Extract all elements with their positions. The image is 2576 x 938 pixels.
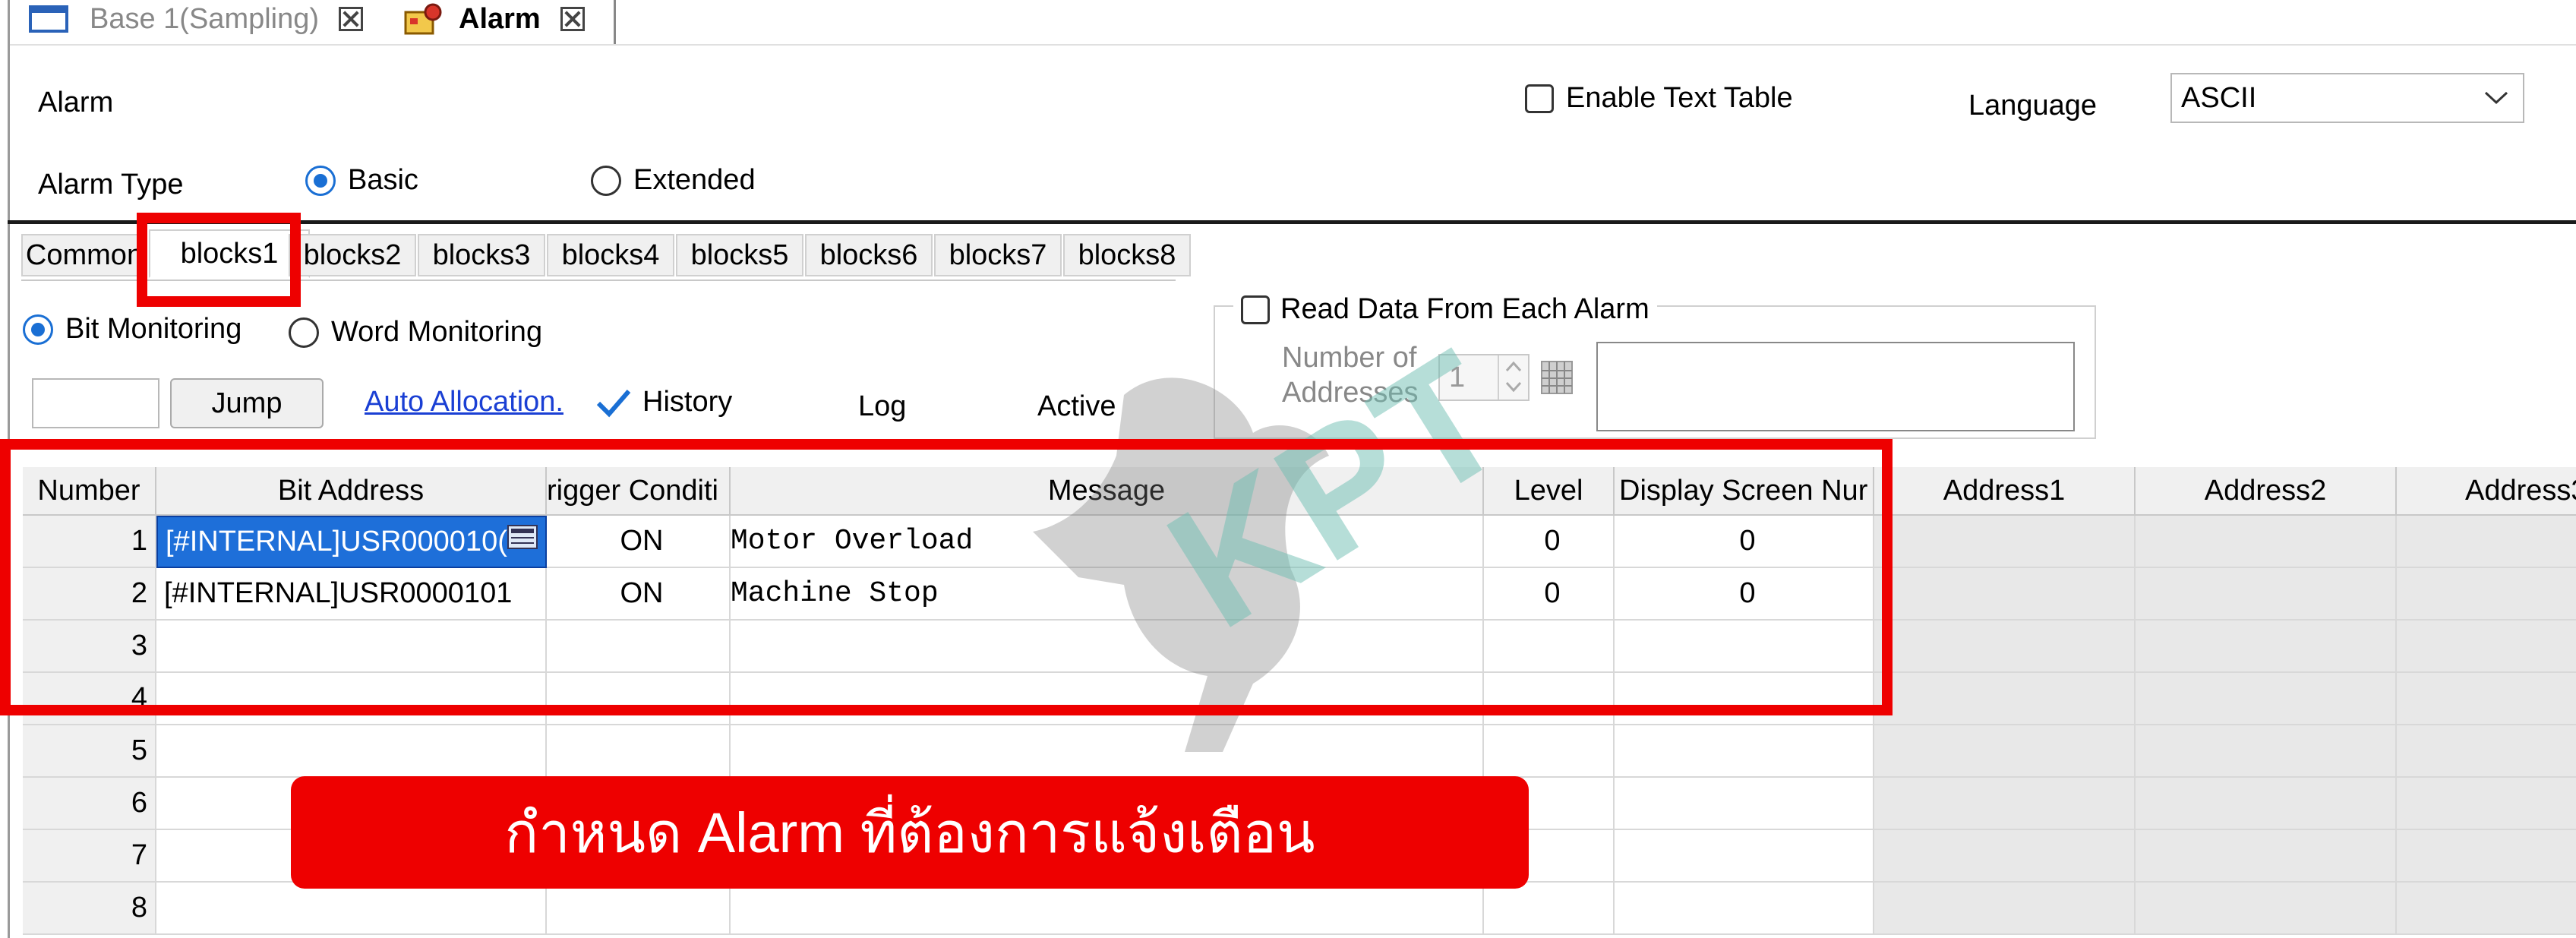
address1-cell[interactable] <box>1874 725 2136 778</box>
level-cell[interactable] <box>1484 883 1615 935</box>
jump-button[interactable]: Jump <box>170 378 324 428</box>
display-screen-cell[interactable] <box>1615 830 1874 883</box>
address3-cell[interactable] <box>2397 778 2576 830</box>
address3-cell[interactable] <box>2397 673 2576 725</box>
enable-text-table-label: Enable Text Table <box>1566 82 1793 114</box>
radio-icon[interactable] <box>591 165 621 196</box>
language-value: ASCII <box>2181 81 2257 114</box>
checkmark-icon <box>596 389 631 417</box>
language-label: Language <box>1968 90 2098 122</box>
trigger-condition-cell[interactable] <box>547 883 731 935</box>
alarm-type-label: Alarm Type <box>38 169 184 201</box>
tab-blocks8[interactable]: blocks8 <box>1063 234 1191 276</box>
row-number-cell[interactable]: 5 <box>23 725 156 778</box>
bit-monitoring-radio[interactable]: Bit Monitoring <box>23 313 242 346</box>
close-icon[interactable] <box>339 7 364 31</box>
doc-tab-base1[interactable]: Base 1(Sampling) <box>29 0 386 38</box>
address1-cell[interactable] <box>1874 621 2136 673</box>
checkbox-box[interactable] <box>1241 295 1270 324</box>
annotation-banner: กำหนด Alarm ที่ต้องการแจ้งเตือน <box>291 776 1529 889</box>
tab-blocks4[interactable]: blocks4 <box>547 234 674 276</box>
row-number-cell[interactable]: 6 <box>23 778 156 830</box>
history-toggle[interactable]: History <box>595 386 732 418</box>
display-screen-cell[interactable] <box>1615 725 1874 778</box>
address2-cell[interactable] <box>2136 778 2397 830</box>
basic-label: Basic <box>348 164 418 196</box>
tab-blocks2[interactable]: blocks2 <box>289 234 416 276</box>
address2-cell[interactable] <box>2136 673 2397 725</box>
address2-cell[interactable] <box>2136 883 2397 935</box>
log-toggle[interactable]: Log <box>858 390 906 423</box>
tab-blocks7[interactable]: blocks7 <box>934 234 1062 276</box>
address2-cell[interactable] <box>2136 725 2397 778</box>
column-header-address3[interactable]: Address3 <box>2397 467 2576 516</box>
close-icon[interactable] <box>560 7 585 31</box>
address2-cell[interactable] <box>2136 830 2397 883</box>
grid-picker-icon[interactable] <box>1540 360 1574 395</box>
column-header-address1[interactable]: Address1 <box>1874 467 2136 516</box>
address1-cell[interactable] <box>1874 830 2136 883</box>
tab-divider <box>614 0 616 44</box>
word-monitoring-label: Word Monitoring <box>331 316 543 348</box>
address3-cell[interactable] <box>2397 883 2576 935</box>
doc-tab-label: Alarm <box>459 2 541 35</box>
address3-cell[interactable] <box>2397 830 2576 883</box>
address3-cell[interactable] <box>2397 516 2576 568</box>
word-monitoring-radio[interactable]: Word Monitoring <box>289 316 542 349</box>
doc-tab-label: Base 1(Sampling) <box>90 2 320 35</box>
doc-tab-alarm[interactable]: Alarm <box>402 0 623 38</box>
row-number-cell[interactable]: 7 <box>23 830 156 883</box>
address1-cell[interactable] <box>1874 568 2136 621</box>
bit-monitoring-label: Bit Monitoring <box>65 313 242 345</box>
radio-selected-icon[interactable] <box>23 314 53 345</box>
enable-text-table-checkbox[interactable]: Enable Text Table <box>1525 82 1793 115</box>
address2-cell[interactable] <box>2136 568 2397 621</box>
radio-icon[interactable] <box>289 317 319 348</box>
extended-label: Extended <box>633 164 756 196</box>
tab-blocks6[interactable]: blocks6 <box>805 234 933 276</box>
address2-cell[interactable] <box>2136 621 2397 673</box>
alarm-icon <box>404 3 442 35</box>
alarm-label: Alarm <box>38 87 114 118</box>
annotation-highlight-alarm-rows <box>0 439 1893 715</box>
radio-selected-icon[interactable] <box>305 165 336 196</box>
message-cell[interactable] <box>731 883 1484 935</box>
address1-cell[interactable] <box>1874 673 2136 725</box>
column-header-address2[interactable]: Address2 <box>2136 467 2397 516</box>
auto-allocation-link[interactable]: Auto Allocation. <box>365 386 564 418</box>
address3-cell[interactable] <box>2397 568 2576 621</box>
history-label: History <box>642 386 733 418</box>
read-data-checkbox[interactable]: Read Data From Each Alarm <box>1233 293 1657 326</box>
address1-cell[interactable] <box>1874 883 2136 935</box>
divider <box>8 44 2576 46</box>
language-select[interactable]: ASCII <box>2170 73 2524 123</box>
annotation-highlight-blocks1-tab <box>137 213 301 307</box>
jump-input[interactable] <box>32 378 159 428</box>
bit-address-cell[interactable] <box>156 725 547 778</box>
checkbox-box[interactable] <box>1525 84 1554 113</box>
extended-radio[interactable]: Extended <box>591 164 756 197</box>
address2-cell[interactable] <box>2136 516 2397 568</box>
screen-icon <box>29 5 68 33</box>
section-divider <box>8 220 2576 224</box>
trigger-condition-cell[interactable] <box>547 725 731 778</box>
bit-address-cell[interactable] <box>156 883 547 935</box>
chevron-down-icon[interactable] <box>2483 90 2509 106</box>
display-screen-cell[interactable] <box>1615 778 1874 830</box>
tab-blocks3[interactable]: blocks3 <box>418 234 545 276</box>
tab-common[interactable]: Common <box>21 234 147 276</box>
basic-radio[interactable]: Basic <box>305 164 418 197</box>
tab-blocks5[interactable]: blocks5 <box>676 234 803 276</box>
address3-cell[interactable] <box>2397 725 2576 778</box>
address3-cell[interactable] <box>2397 621 2576 673</box>
display-screen-cell[interactable] <box>1615 883 1874 935</box>
row-number-cell[interactable]: 8 <box>23 883 156 935</box>
address1-cell[interactable] <box>1874 778 2136 830</box>
document-tab-strip: Base 1(Sampling) Alarm <box>0 0 2576 44</box>
read-data-address-field[interactable] <box>1596 342 2075 431</box>
address1-cell[interactable] <box>1874 516 2136 568</box>
read-data-label: Read Data From Each Alarm <box>1280 293 1649 325</box>
